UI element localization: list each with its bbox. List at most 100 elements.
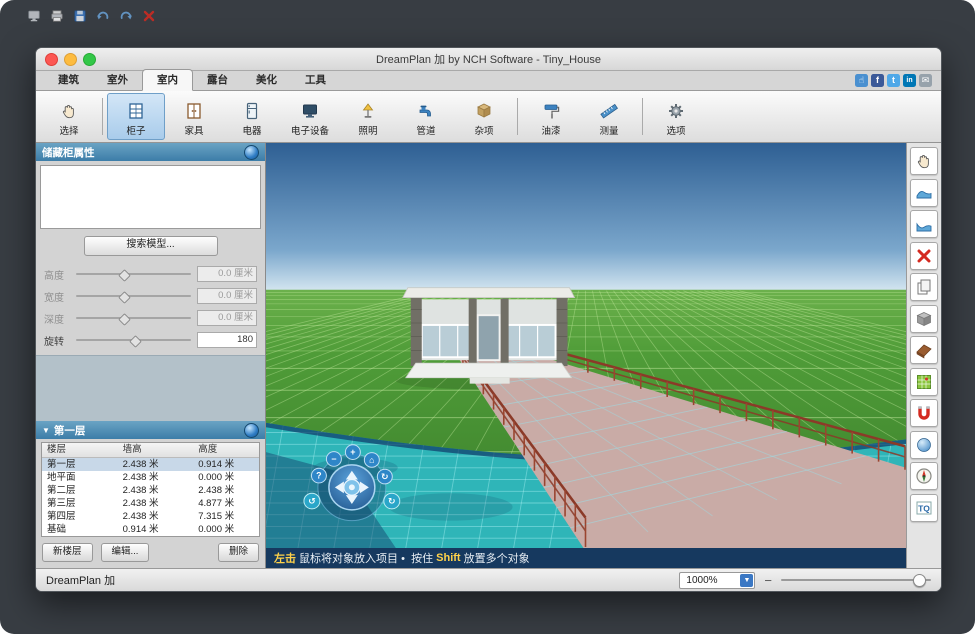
sphere-icon (914, 435, 934, 455)
cube-icon (914, 309, 934, 329)
material-button[interactable] (910, 431, 938, 459)
zoom-value: 1000% (680, 575, 740, 586)
svg-text:↻: ↻ (381, 472, 389, 482)
delete-object-button[interactable] (910, 242, 938, 270)
floor-row[interactable]: 第二层 2.438 米 2.438 米 (42, 484, 259, 497)
edit-floor-button[interactable]: 编辑... (101, 543, 150, 562)
tool-lighting[interactable]: 照明 (339, 93, 397, 140)
tool-cabinets[interactable]: 柜子 (107, 93, 165, 140)
tool-options[interactable]: 选项 (647, 93, 705, 140)
tab-deck[interactable]: 露台 (193, 70, 242, 90)
tab-landscaping[interactable]: 美化 (242, 70, 291, 90)
like-icon[interactable]: ☝ (855, 74, 868, 87)
floor-row[interactable]: 第三层 2.438 米 4.877 米 (42, 497, 259, 510)
block-tool-button[interactable] (910, 305, 938, 333)
delete-floor-button[interactable]: 删除 (218, 543, 259, 562)
zoom-window-button[interactable] (83, 53, 96, 66)
app-name: DreamPlan 加 (46, 572, 115, 588)
tab-tools[interactable]: 工具 (291, 70, 340, 90)
delete-x-icon (914, 246, 934, 266)
tab-building[interactable]: 建筑 (44, 70, 93, 90)
minimize-button[interactable] (64, 53, 77, 66)
magnet-icon (914, 403, 934, 423)
grid-3d-view-button[interactable] (910, 368, 938, 396)
snap-toggle-button[interactable] (910, 399, 938, 427)
zoom-select[interactable]: 1000% ▼ (679, 572, 755, 589)
tool-paint[interactable]: 油漆 (522, 93, 580, 140)
svg-text:+: + (350, 447, 355, 457)
undo-icon[interactable] (95, 8, 111, 24)
zoom-slider[interactable] (781, 574, 931, 586)
floor-row[interactable]: 第四层 2.438 米 7.315 米 (42, 510, 259, 523)
zoom-slider-knob[interactable] (913, 574, 926, 587)
linkedin-icon[interactable]: in (903, 74, 916, 87)
depth-value[interactable]: 0.0 厘米 (197, 310, 257, 326)
print-icon[interactable] (49, 8, 65, 24)
floor-table: 楼层 墙高 高度 第一层 2.438 米 0.914 米 地平面 2.438 米… (41, 442, 260, 537)
pan-tool-button[interactable] (910, 147, 938, 175)
floor-row[interactable]: 第一层 2.438 米 0.914 米 (42, 458, 259, 471)
roof-tool-button[interactable] (910, 336, 938, 364)
height-value[interactable]: 0.0 厘米 (197, 266, 257, 282)
right-tool-strip (906, 143, 941, 568)
hint-text-2: 放置多个对象 (461, 550, 530, 566)
model-list[interactable] (40, 165, 261, 229)
save-icon[interactable] (72, 8, 88, 24)
depth-slider[interactable] (76, 312, 191, 324)
rotation-slider[interactable] (76, 334, 191, 346)
tool-plumbing[interactable]: 管道 (397, 93, 455, 140)
svg-text:↻: ↻ (388, 496, 396, 506)
facebook-icon[interactable]: f (871, 74, 884, 87)
app-window: DreamPlan 加 by NCH Software - Tiny_House… (35, 47, 942, 592)
tool-measure[interactable]: 测量 (580, 93, 638, 140)
tool-misc[interactable]: 杂项 (455, 93, 513, 140)
frame-toolbar (26, 8, 157, 24)
terrain-lower-button[interactable] (910, 210, 938, 238)
left-panel: 储藏柜属性 搜索模型... 高度 0.0 厘米 宽度 0.0 厘米 深度 (36, 143, 266, 568)
rotation-value[interactable]: 180 (197, 332, 257, 348)
twitter-icon[interactable]: t (887, 74, 900, 87)
rotation-slider-row: 旋转 180 (36, 329, 265, 351)
floor-section-header[interactable]: ▼ 第一层 (36, 421, 265, 439)
tool-electronics[interactable]: 电子设备 (281, 93, 339, 140)
floor-row[interactable]: 地平面 2.438 米 0.000 米 (42, 471, 259, 484)
desktop-background: DreamPlan 加 by NCH Software - Tiny_House… (0, 0, 975, 634)
texture-quality-button[interactable] (910, 494, 938, 522)
compass-button[interactable] (910, 462, 938, 490)
tab-exterior[interactable]: 室外 (93, 70, 142, 90)
close-button[interactable] (45, 53, 58, 66)
width-value[interactable]: 0.0 厘米 (197, 288, 257, 304)
tool-furniture[interactable]: 家具 (165, 93, 223, 140)
zoom-out-icon[interactable]: − (764, 573, 772, 588)
sky (266, 143, 906, 292)
misc-box-icon (474, 99, 494, 122)
toolbar-separator (517, 98, 518, 135)
redo-icon[interactable] (118, 8, 134, 24)
appliance-icon (242, 99, 262, 122)
hint-shift: Shift (436, 552, 460, 564)
tool-select[interactable]: 选择 (40, 93, 98, 140)
gear-icon (666, 99, 686, 122)
properties-title: 储藏柜属性 (42, 145, 95, 160)
terrain-raise-button[interactable] (910, 179, 938, 207)
display-icon[interactable] (26, 8, 42, 24)
tool-appliances[interactable]: 电器 (223, 93, 281, 140)
height-slider[interactable] (76, 268, 191, 280)
new-floor-button[interactable]: 新楼层 (42, 543, 93, 562)
duplicate-button[interactable] (910, 273, 938, 301)
dropdown-arrow-icon[interactable]: ▼ (740, 574, 753, 587)
floor-help-orb-icon[interactable] (244, 423, 259, 438)
help-orb-icon[interactable] (244, 145, 259, 160)
viewport-3d-canvas[interactable]: ? − + ⌂ ↻ ↺ ↻ (266, 143, 906, 548)
search-models-button[interactable]: 搜索模型... (84, 236, 218, 256)
electronics-icon (300, 99, 320, 122)
texture-quality-icon (914, 498, 934, 518)
roof-icon (914, 340, 934, 360)
email-icon[interactable]: ✉ (919, 74, 932, 87)
close-icon[interactable] (141, 8, 157, 24)
floor-row[interactable]: 基础 0.914 米 0.000 米 (42, 523, 259, 536)
svg-text:↺: ↺ (308, 496, 316, 506)
width-slider[interactable] (76, 290, 191, 302)
tab-interior[interactable]: 室内 (142, 69, 193, 91)
hint-text-1: 鼠标将对象放入项目 • 按住 (296, 550, 436, 566)
